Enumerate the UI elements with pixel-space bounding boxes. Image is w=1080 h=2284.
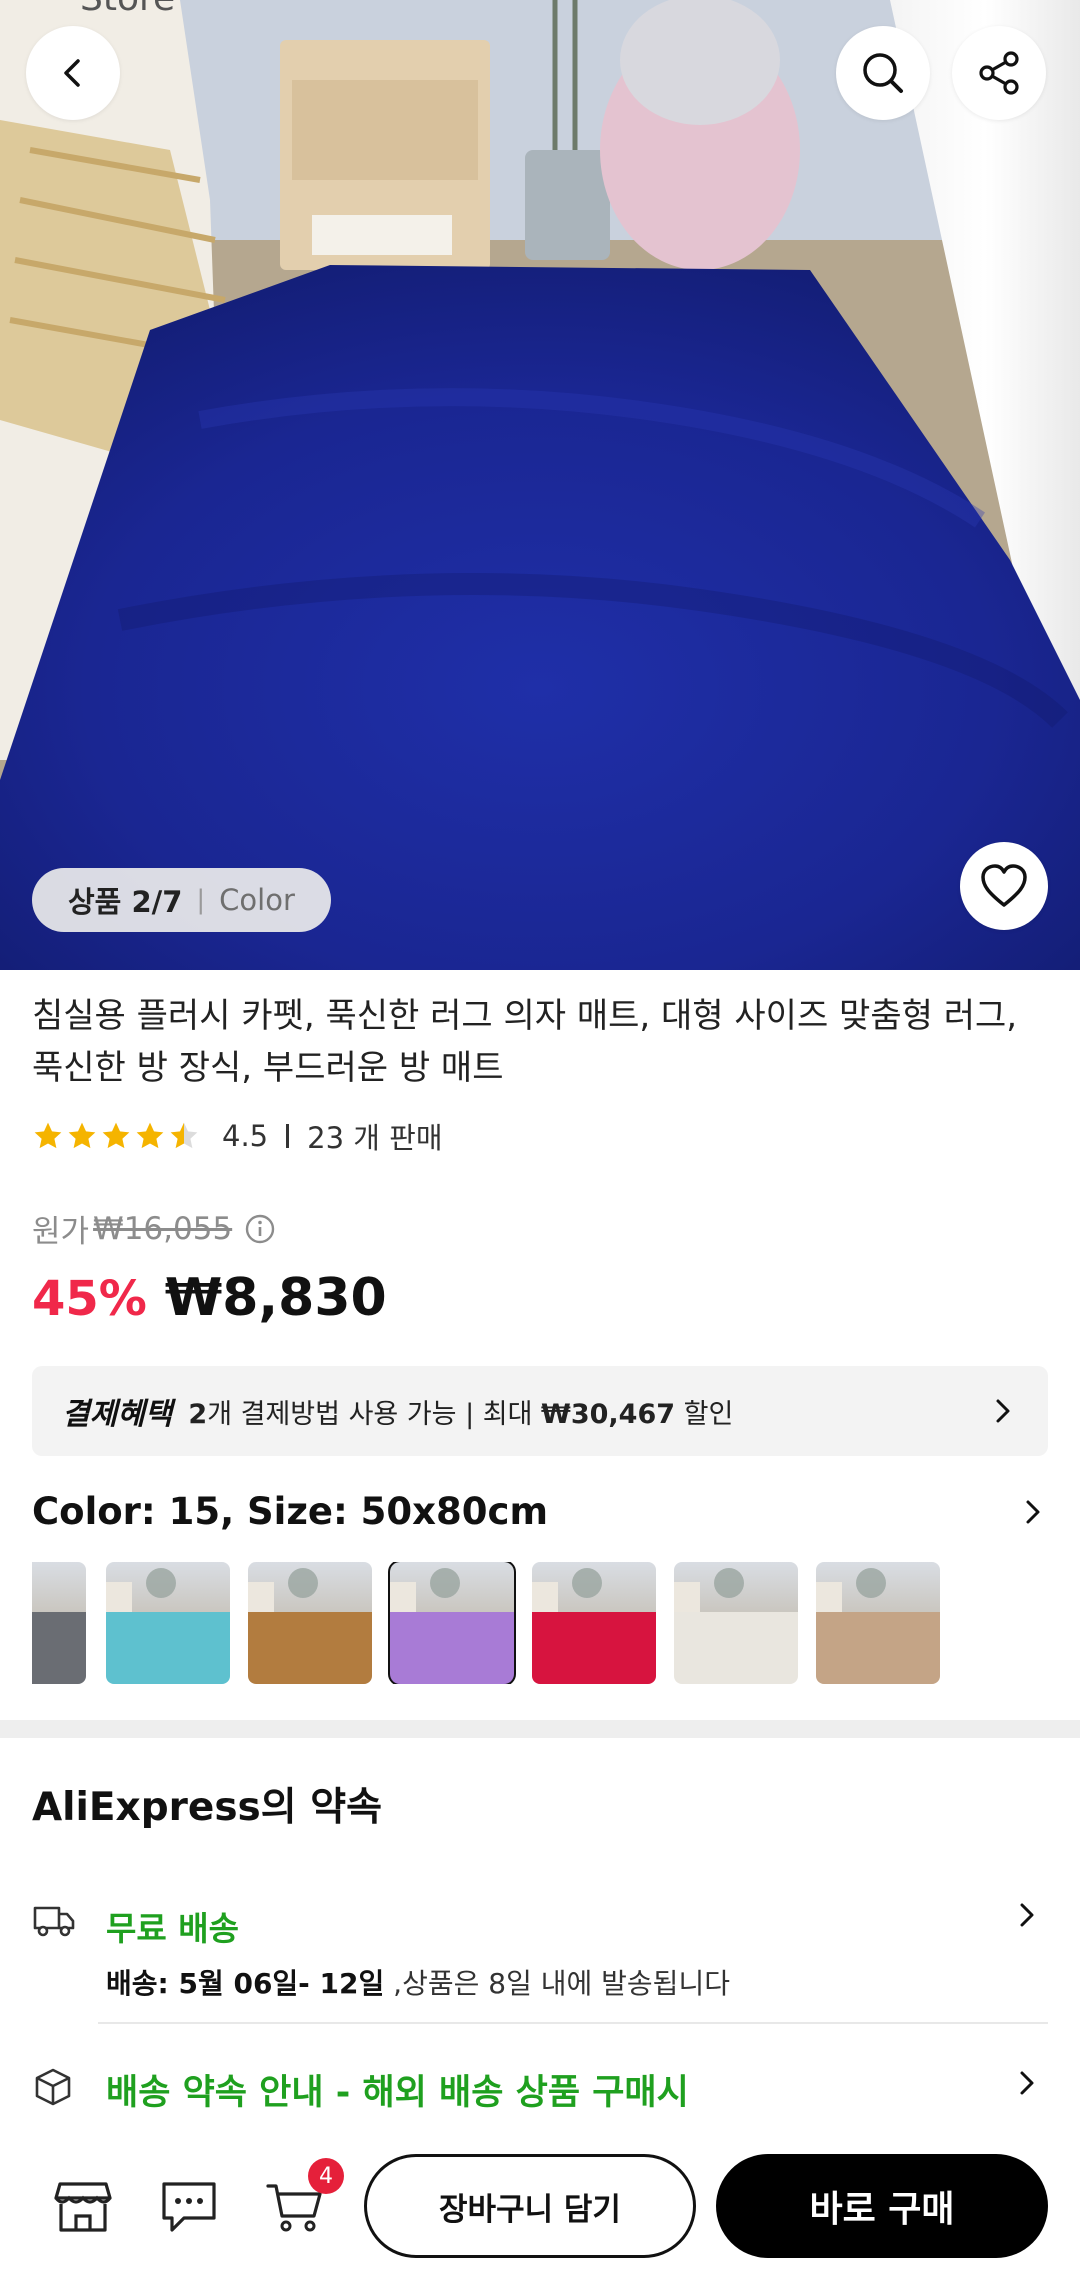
delivery-guide-label: 배송 약속 안내 - 해외 배송 상품 구매시 [106,2073,689,2113]
benefit-tag: 결제혜택 [62,1397,173,1432]
search-icon [863,53,903,93]
star-icon [136,1122,164,1149]
cart-count-badge: 4 [308,2158,344,2194]
thumb-wall [32,1562,86,1618]
chevron-right-icon [1020,1903,1034,1927]
thumb-rug-swatch [674,1612,798,1684]
product-image-gallery[interactable]: Store 상품 2/7 | Color [0,0,1080,970]
info-icon[interactable] [244,1213,276,1245]
thumb-plant [714,1568,744,1598]
product-photo: Store [0,0,1080,970]
thumb-plant [856,1568,886,1598]
thumb-rug-swatch [32,1612,86,1684]
row-divider [98,2022,1048,2024]
benefit-count: 2 [188,1398,208,1430]
star-rating [32,1120,200,1152]
variant-thumbnail[interactable] [532,1562,656,1684]
thumb-rug-swatch [532,1612,656,1684]
thumb-plant [146,1568,176,1598]
rating-row[interactable]: 4.5 23 개 판매 [32,1114,443,1158]
svg-text:Store: Store [80,0,175,19]
variant-thumbnail[interactable] [816,1562,940,1684]
share-icon [979,51,1019,95]
chevron-right-icon [1020,2071,1034,2095]
original-price-label: 원가 [32,1214,90,1250]
rating-value: 4.5 [222,1119,269,1153]
share-button[interactable] [952,26,1046,120]
current-price: ₩8,830 [164,1268,387,1328]
benefit-text: 2개 결제방법 사용 가능 | 최대 ₩30,467 할인 [188,1392,733,1431]
thumb-rug-swatch [106,1612,230,1684]
thumb-plant [572,1568,602,1598]
shipping-dates: 배송: 5월 06일- 12일 [106,1967,385,2000]
thumb-rug-swatch [248,1612,372,1684]
benefit-max-amount: ₩30,467 [541,1398,676,1430]
chevron-right-icon [1026,1500,1040,1523]
delivery-guide-row[interactable]: 배송 약속 안내 - 해외 배송 상품 구매시 [32,2060,1048,2116]
product-title: 침실용 플러시 카펫, 푹신한 러그 의자 매트, 대형 사이즈 맞춤형 러그,… [32,996,1018,1088]
variant-label: Color: 15, Size: 50x80cm [32,1490,548,1533]
section-divider [0,1720,1080,1738]
variant-selector[interactable]: Color: 15, Size: 50x80cm [32,1490,1048,1533]
half-star-icon [170,1122,198,1149]
benefit-text-end: 할인 [675,1398,734,1430]
rating-divider [286,1124,290,1148]
original-price: ₩16,055 [93,1210,233,1247]
heart-icon [981,864,1027,907]
benefit-text-mid: 개 결제방법 사용 가능 | 최대 [207,1398,542,1430]
free-shipping-label: 무료 배송 [106,1909,239,1948]
truck-icon [33,1906,75,1937]
pager-separator: | [196,885,206,915]
variant-thumbnail[interactable] [32,1562,86,1684]
image-pager: 상품 2/7 | Color [32,868,331,932]
wishlist-button[interactable] [960,842,1048,930]
thumb-plant [430,1568,460,1598]
pager-label: Color [219,883,295,917]
package-icon [35,2068,71,2106]
shipping-detail: 배송: 5월 06일- 12일 ,상품은 8일 내에 발송됩니다 [106,1962,730,2002]
original-price-row: 원가 ₩16,055 [32,1206,276,1251]
pager-current: 상품 2/7 [68,885,183,919]
back-button[interactable] [26,26,120,120]
thumb-rug-swatch [816,1612,940,1684]
promise-title: AliExpress의 약속 [32,1785,382,1830]
thumb-rug-swatch [390,1612,514,1684]
price-row: 45% ₩8,830 [32,1268,387,1328]
add-to-cart-button[interactable]: 장바구니 담기 [364,2154,696,2258]
discount-percent: 45% [32,1271,147,1327]
search-button[interactable] [836,26,930,120]
payment-benefit-banner[interactable]: 결제혜택 2개 결제방법 사용 가능 | 최대 ₩30,467 할인 [32,1366,1048,1456]
star-icon [34,1122,62,1149]
sold-count: 23 개 판매 [307,1121,443,1155]
variant-thumbnail[interactable] [674,1562,798,1684]
shipping-note: ,상품은 8일 내에 발송됩니다 [384,1967,730,2000]
star-icon [68,1122,96,1149]
store-icon[interactable] [52,2178,114,2236]
buy-now-button[interactable]: 바로 구매 [716,2154,1048,2258]
chat-icon[interactable] [158,2178,220,2236]
chevron-right-icon [996,1399,1010,1423]
variant-thumbnail[interactable] [106,1562,230,1684]
thumb-plant [288,1568,318,1598]
variant-thumbnail[interactable] [248,1562,372,1684]
variant-thumbnails [32,1562,1048,1684]
free-shipping-row[interactable]: 무료 배송 [32,1896,1048,1956]
star-icon [102,1122,130,1149]
variant-thumbnail[interactable] [388,1562,516,1684]
chevron-left-icon [64,59,80,87]
